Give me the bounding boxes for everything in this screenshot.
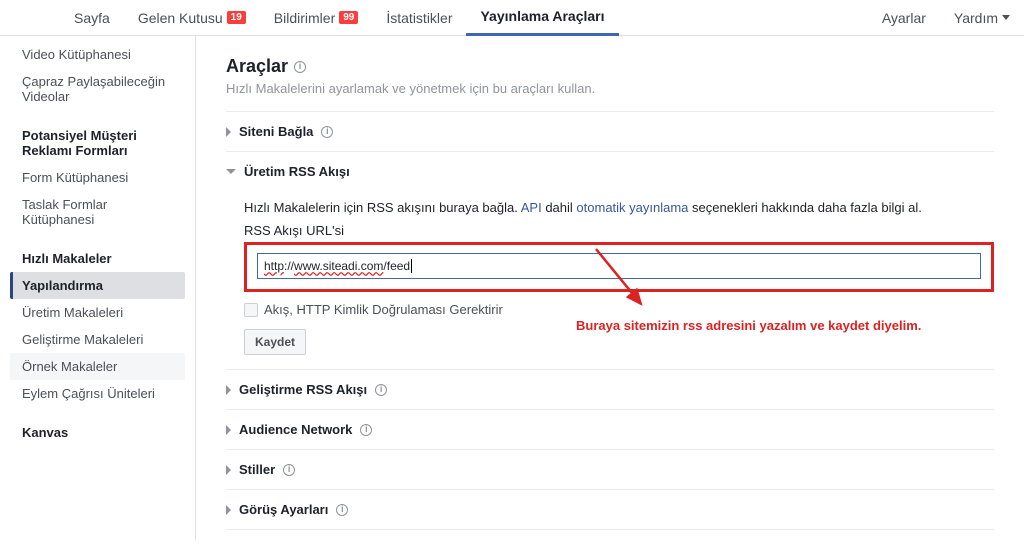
annotation-text: Buraya sitemizin rss adresini yazalım ve… [576, 318, 976, 333]
accordion-prod-rss[interactable]: Üretim RSS Akışı [226, 152, 994, 191]
section-title-text: Araçlar [226, 56, 288, 77]
tab-settings[interactable]: Ayarlar [868, 0, 940, 36]
tab-help-label: Yardım [954, 10, 998, 26]
chevron-right-icon [226, 127, 231, 137]
info-icon[interactable]: i [321, 126, 333, 138]
sidebar-item-draft-forms[interactable]: Taslak Formlar Kütüphanesi [10, 191, 185, 233]
sidebar: Video Kütüphanesi Çapraz Paylaşabileceği… [0, 36, 195, 540]
sidebar-item-form-library[interactable]: Form Kütüphanesi [10, 164, 185, 191]
sidebar-item-production-articles[interactable]: Üretim Makaleleri [10, 299, 185, 326]
checkbox-icon[interactable] [244, 303, 258, 317]
notifications-badge: 99 [339, 11, 358, 24]
chevron-right-icon [226, 465, 231, 475]
rss-url-label: RSS Akışı URL'si [244, 223, 994, 238]
sidebar-heading-canvas: Kanvas [10, 419, 185, 446]
accordion-audience-network-label: Audience Network [239, 422, 352, 437]
sidebar-item-cta-units[interactable]: Eylem Çağrısı Üniteleri [10, 380, 185, 407]
info-icon[interactable]: i [375, 384, 387, 396]
tab-notifications-label: Bildirimler [274, 10, 335, 26]
sidebar-item-crosspost-videos[interactable]: Çapraz Paylaşabileceğin Videolar [10, 68, 185, 110]
tab-page[interactable]: Sayfa [60, 0, 124, 36]
accordion-prod-rss-body: Hızlı Makalelerin için RSS akışını buray… [226, 191, 994, 370]
sidebar-item-dev-articles[interactable]: Geliştirme Makaleleri [10, 326, 185, 353]
tab-stats[interactable]: İstatistikler [372, 0, 466, 36]
section-subtitle: Hızlı Makalelerini ayarlamak ve yönetmek… [226, 81, 994, 96]
tab-help[interactable]: Yardım [940, 0, 1024, 36]
top-tabs: Sayfa Gelen Kutusu 19 Bildirimler 99 İst… [0, 0, 1024, 36]
chevron-right-icon [226, 425, 231, 435]
accordion-view-settings-label: Görüş Ayarları [239, 502, 328, 517]
rss-url-input[interactable]: http://www.siteadi.com/feed [257, 253, 981, 279]
chevron-right-icon [226, 505, 231, 515]
accordion-styles-label: Stiller [239, 462, 275, 477]
tab-inbox[interactable]: Gelen Kutusu 19 [124, 0, 260, 36]
tab-publishing-tools[interactable]: Yayınlama Araçları [466, 0, 618, 36]
highlight-annotation-box: http://www.siteadi.com/feed [244, 242, 994, 292]
caret-down-icon [1002, 15, 1010, 20]
section-title: Araçlar i [226, 56, 994, 77]
chevron-right-icon [226, 385, 231, 395]
info-icon[interactable]: i [283, 464, 295, 476]
http-auth-checkbox-row[interactable]: Akış, HTTP Kimlik Doğrulaması Gerektirir [244, 302, 994, 317]
sidebar-item-sample-articles[interactable]: Örnek Makaleler [10, 353, 185, 380]
link-api[interactable]: API [521, 200, 542, 215]
accordion-connect-site-label: Siteni Bağla [239, 124, 313, 139]
sidebar-heading-instant-articles: Hızlı Makaleler [10, 245, 185, 272]
main-content: Araçlar i Hızlı Makalelerini ayarlamak v… [195, 36, 1024, 540]
accordion-audience-network[interactable]: Audience Network i [226, 410, 994, 450]
accordion-styles[interactable]: Stiller i [226, 450, 994, 490]
accordion-dev-rss[interactable]: Geliştirme RSS Akışı i [226, 370, 994, 410]
sidebar-heading-leads: Potansiyel Müşteri Reklamı Formları [10, 122, 185, 164]
save-button[interactable]: Kaydet [244, 329, 306, 355]
sidebar-item-configuration[interactable]: Yapılandırma [10, 272, 185, 299]
info-icon[interactable]: i [294, 61, 306, 73]
tab-inbox-label: Gelen Kutusu [138, 10, 223, 26]
chevron-down-icon [226, 169, 236, 174]
accordion-prod-rss-label: Üretim RSS Akışı [244, 164, 350, 179]
sidebar-item-video-library[interactable]: Video Kütüphanesi [10, 41, 185, 68]
tab-notifications[interactable]: Bildirimler 99 [260, 0, 373, 36]
accordion-dev-rss-label: Geliştirme RSS Akışı [239, 382, 367, 397]
info-icon[interactable]: i [336, 504, 348, 516]
rss-description: Hızlı Makalelerin için RSS akışını buray… [244, 199, 994, 217]
accordion-connect-site[interactable]: Siteni Bağla i [226, 112, 994, 152]
accordion-view-settings[interactable]: Görüş Ayarları i [226, 490, 994, 530]
link-auto-publish[interactable]: otomatik yayınlama [576, 200, 688, 215]
info-icon[interactable]: i [360, 424, 372, 436]
http-auth-label: Akış, HTTP Kimlik Doğrulaması Gerektirir [264, 302, 503, 317]
inbox-badge: 19 [227, 11, 246, 24]
